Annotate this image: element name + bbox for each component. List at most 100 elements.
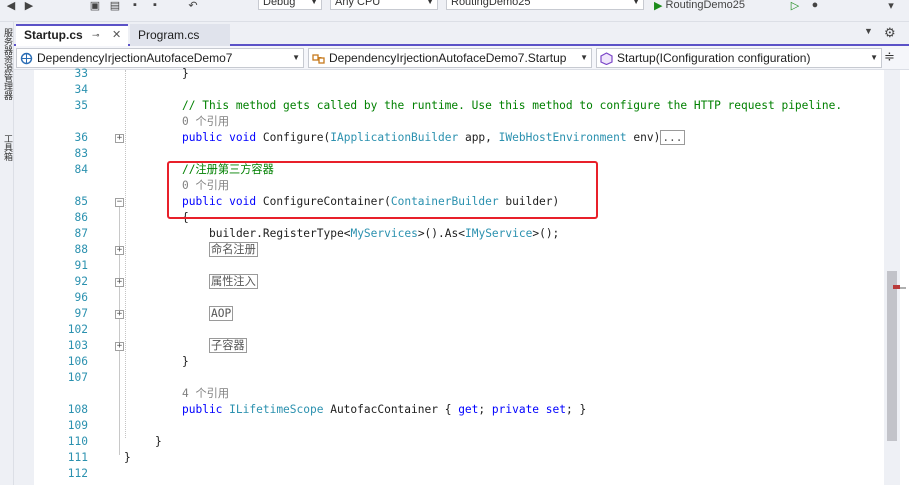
toolbox-tab[interactable]: 工具箱: [1, 134, 13, 174]
code-line: 111}: [34, 450, 884, 466]
collapsed-region[interactable]: AOP: [209, 306, 234, 321]
parameter: env): [626, 131, 661, 144]
platform-value: Any CPU: [335, 0, 381, 8]
chevron-down-icon: ▼: [632, 0, 640, 6]
code-line: 108 public ILifetimeScope AutofacContaine…: [34, 402, 884, 418]
code-line: 107: [34, 370, 884, 386]
line-number: 108: [67, 403, 88, 416]
line-number: 97: [74, 307, 88, 320]
code-text: >();: [532, 227, 560, 240]
code-line: 33}: [34, 66, 884, 82]
code-text: As<: [444, 227, 465, 240]
code-text: }: [124, 451, 131, 464]
line-number: 110: [67, 435, 88, 448]
forward-icon[interactable]: ▶: [22, 0, 36, 12]
collapsed-region[interactable]: 属性注入: [209, 274, 258, 289]
class-dropdown[interactable]: DependencyIrjectionAutofaceDemo7.Startup…: [308, 48, 592, 68]
line-number: 96: [74, 291, 88, 304]
tab-program[interactable]: Program.cs: [130, 24, 230, 46]
close-icon[interactable]: ✕: [112, 26, 121, 44]
codelens-references[interactable]: 4 个引用: [182, 386, 229, 402]
collapsed-region[interactable]: 命名注册: [209, 242, 258, 257]
startup-project-select[interactable]: RoutingDemo25 ▼: [446, 0, 644, 10]
line-number: 92: [74, 275, 88, 288]
pin-icon[interactable]: ⊸: [92, 26, 100, 44]
line-number: 35: [74, 99, 88, 112]
toolbar: ◀ ▶ ▣ ▤ ▪ ▪ ↶ Debug ▼ Any CPU ▼ RoutingDem…: [0, 0, 909, 22]
type-name: IWebHostEnvironment: [498, 131, 627, 144]
tab-dropdown-icon[interactable]: ▼: [864, 26, 873, 36]
line-number: 111: [67, 451, 88, 464]
expand-icon[interactable]: +: [115, 342, 124, 351]
left-tool-strip: 服务器资源管理器 工具箱: [0, 22, 14, 485]
type-name: IApplicationBuilder: [330, 131, 459, 144]
save-icon[interactable]: ▪: [128, 0, 142, 11]
run-button[interactable]: ▶ RoutingDemo25: [654, 0, 774, 12]
parameter: app,: [458, 131, 499, 144]
undo-icon[interactable]: ↶: [186, 0, 200, 12]
toolbar-overflow-icon[interactable]: ▾: [884, 0, 898, 12]
code-editor[interactable]: 33} 34 35 // This method gets called by t…: [34, 67, 884, 485]
gear-icon[interactable]: ⚙: [884, 25, 896, 41]
configuration-select[interactable]: Debug ▼: [258, 0, 322, 10]
code-line: 88 + 命名注册: [34, 242, 884, 258]
new-project-icon[interactable]: ▣: [88, 0, 102, 12]
highlight-annotation-box: [167, 161, 598, 219]
code-text: ; }: [566, 403, 587, 416]
project-icon: [20, 52, 33, 65]
back-icon[interactable]: ◀: [4, 0, 18, 12]
server-explorer-tab[interactable]: 服务器资源管理器: [1, 28, 13, 128]
code-line: 36 + public void Configure(IApplicationBui…: [34, 130, 884, 146]
member-dropdown[interactable]: Startup(IConfiguration configuration) ▼: [596, 48, 882, 68]
platform-select[interactable]: Any CPU ▼: [330, 0, 438, 10]
expand-icon[interactable]: +: [115, 134, 124, 143]
type-name: MyServices: [350, 227, 418, 240]
expand-icon[interactable]: +: [115, 246, 124, 255]
scroll-marker: [900, 287, 906, 289]
keyword: set: [545, 403, 567, 416]
keyword: public: [182, 131, 223, 144]
collapse-icon[interactable]: −: [115, 198, 124, 207]
collapsed-block[interactable]: ...: [660, 130, 685, 145]
code-text: builder.: [209, 227, 263, 240]
split-window-icon[interactable]: ≑: [884, 49, 895, 65]
document-tab-bar: Startup.cs ⊸ ✕ Program.cs: [14, 22, 909, 46]
line-number: 34: [74, 83, 88, 96]
code-line: 83: [34, 146, 884, 162]
chevron-down-icon: ▼: [290, 49, 300, 67]
project-dropdown-value: DependencyIrjectionAutofaceDemo7: [37, 51, 233, 65]
type-name: ILifetimeScope: [229, 403, 324, 416]
save-all-icon[interactable]: ▪: [148, 0, 162, 11]
codelens-references[interactable]: 0 个引用: [182, 114, 229, 130]
code-line: 35 // This method gets called by the runt…: [34, 98, 884, 114]
open-folder-icon[interactable]: ▤: [108, 0, 122, 12]
line-number: 88: [74, 243, 88, 256]
start-without-debug-icon[interactable]: ▷: [788, 0, 802, 12]
code-line: 92 + 属性注入: [34, 274, 884, 290]
scrollbar-thumb[interactable]: [887, 271, 897, 441]
code-line: 34: [34, 82, 884, 98]
method-icon: [600, 52, 613, 65]
startup-project-value: RoutingDemo25: [451, 0, 531, 8]
tab-startup[interactable]: Startup.cs ⊸ ✕: [16, 24, 128, 46]
code-text: }: [182, 355, 189, 368]
tab-label: Program.cs: [138, 28, 200, 42]
chevron-down-icon: ▼: [310, 0, 318, 6]
code-line: 91: [34, 258, 884, 274]
chevron-down-icon: ▼: [868, 49, 878, 67]
chevron-down-icon: ▼: [578, 49, 588, 67]
line-number: 85: [74, 195, 88, 208]
code-line: 102: [34, 322, 884, 338]
keyword: void: [229, 131, 257, 144]
play-icon: ▶: [654, 0, 663, 12]
expand-icon[interactable]: +: [115, 278, 124, 287]
collapsed-region[interactable]: 子容器: [209, 338, 247, 353]
code-line: 103 + 子容器: [34, 338, 884, 354]
stop-icon[interactable]: ●: [808, 0, 822, 11]
configuration-value: Debug: [263, 0, 296, 8]
expand-icon[interactable]: +: [115, 310, 124, 319]
run-target-label: RoutingDemo25: [665, 0, 746, 11]
code-comment: // This method gets called by the runtim…: [182, 99, 843, 112]
codelens-row: 0 个引用: [34, 114, 884, 130]
project-dropdown[interactable]: DependencyIrjectionAutofaceDemo7 ▼: [16, 48, 304, 68]
